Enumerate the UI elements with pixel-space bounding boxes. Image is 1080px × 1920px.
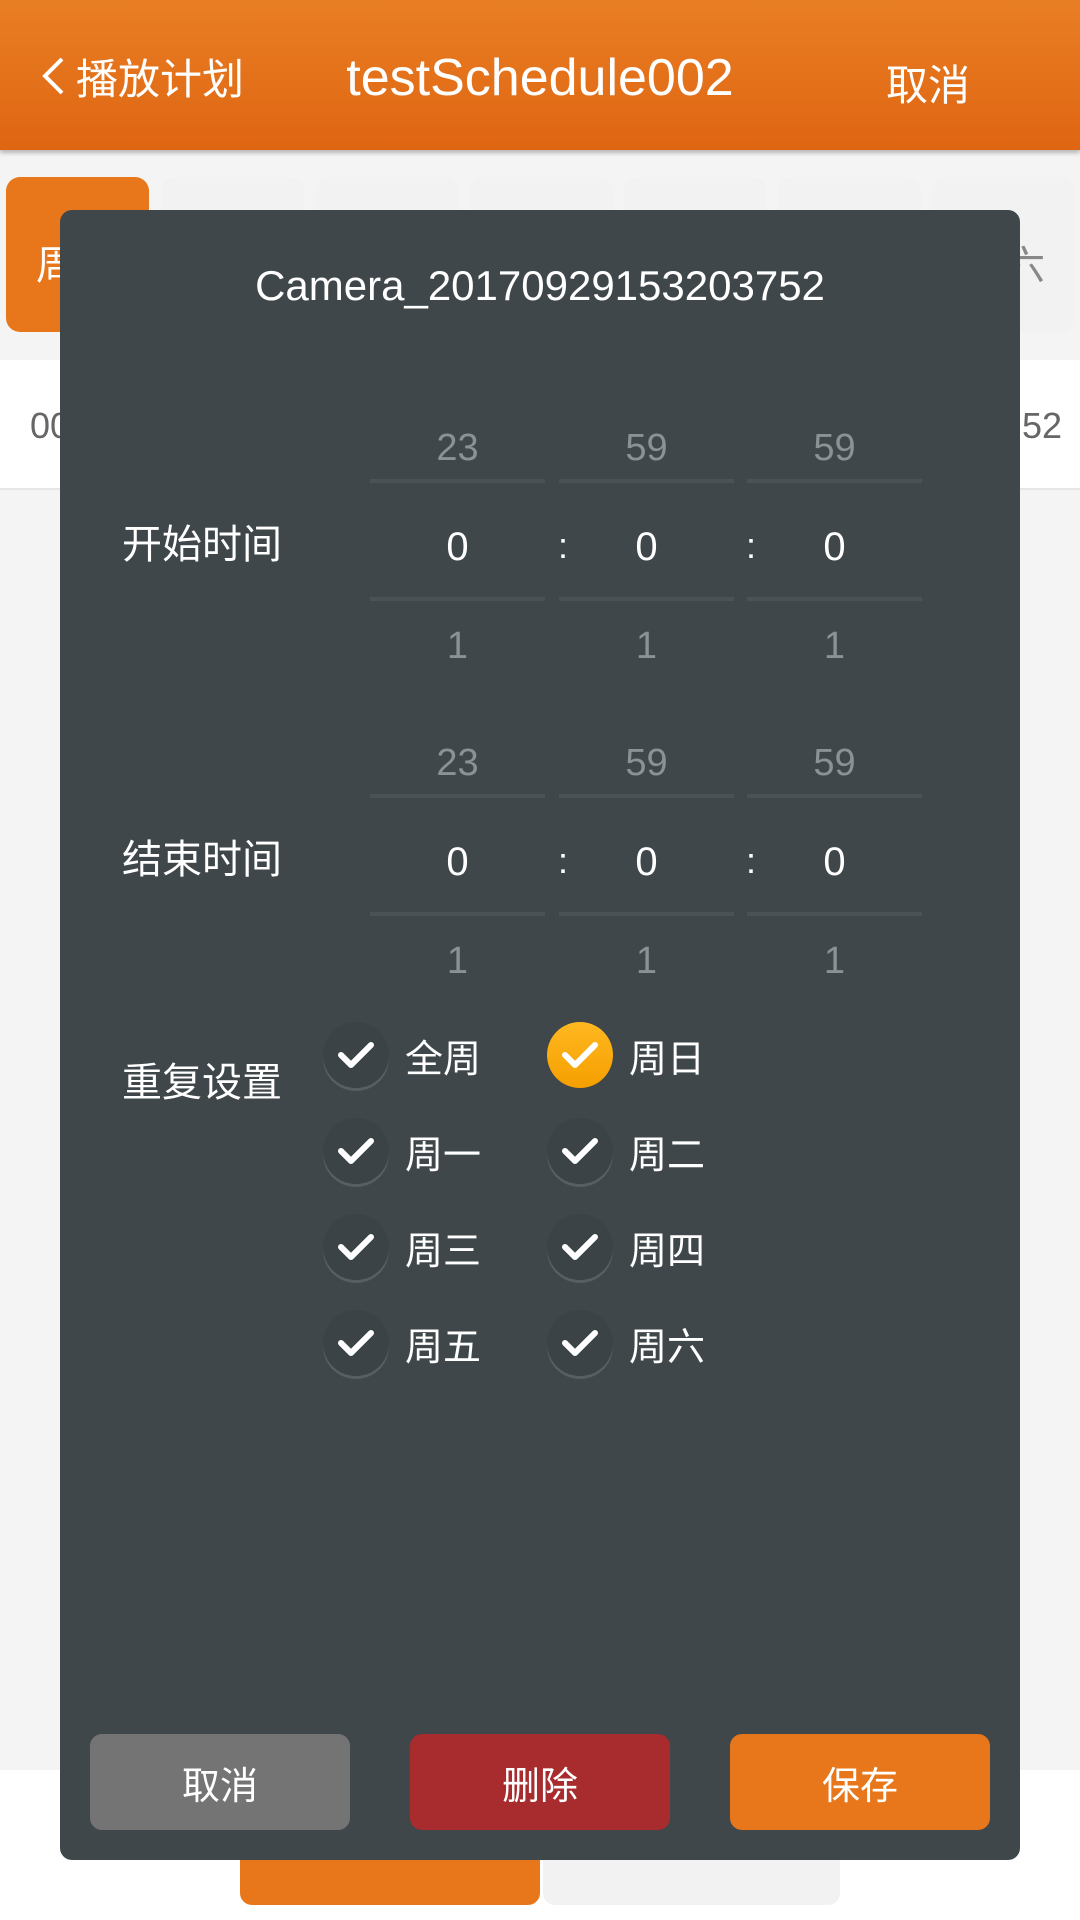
picker-divider <box>370 912 545 916</box>
time-separator: : <box>558 525 569 566</box>
start-minute-picker[interactable]: 59 0 1 <box>559 427 734 687</box>
start-second-picker[interactable]: 59 0 1 <box>747 427 922 687</box>
repeat-option-label: 周二 <box>629 1134 706 1177</box>
repeat-option-label: 周六 <box>629 1326 706 1369</box>
picker-divider <box>370 794 545 798</box>
picker-prev-value: 59 <box>625 427 668 469</box>
time-separator: : <box>746 840 757 881</box>
repeat-option-label: 周四 <box>629 1230 706 1273</box>
picker-divider <box>559 912 734 916</box>
repeat-option[interactable]: 周五 <box>323 1310 481 1376</box>
picker-prev-value: 59 <box>813 742 856 784</box>
repeat-option[interactable]: 周一 <box>323 1118 481 1184</box>
start-time-label: 开始时间 <box>122 523 282 567</box>
end-second-picker[interactable]: 59 0 1 <box>747 742 922 1002</box>
header-cancel-button[interactable]: 取消 <box>886 52 970 113</box>
picker-next-value: 1 <box>635 940 658 982</box>
time-separator: : <box>558 840 569 881</box>
picker-divider <box>747 479 922 483</box>
picker-current-value: 0 <box>635 525 658 569</box>
picker-current-value: 0 <box>823 525 846 569</box>
picker-prev-value: 23 <box>436 427 479 469</box>
dialog-delete-button[interactable]: 删除 <box>410 1734 670 1830</box>
picker-divider <box>559 794 734 798</box>
repeat-option[interactable]: 周四 <box>547 1214 705 1280</box>
checkbox[interactable] <box>547 1214 613 1280</box>
app-header: 播放计划 testSchedule002 取消 <box>0 0 1080 150</box>
picker-prev-value: 23 <box>436 742 479 784</box>
checkmark-icon <box>338 1330 374 1356</box>
picker-next-value: 1 <box>823 625 846 667</box>
picker-divider <box>370 597 545 601</box>
picker-next-value: 1 <box>635 625 658 667</box>
checkmark-icon <box>338 1138 374 1164</box>
repeat-option[interactable]: 周二 <box>547 1118 705 1184</box>
checkbox[interactable] <box>323 1214 389 1280</box>
picker-divider <box>559 479 734 483</box>
repeat-option[interactable]: 全周 <box>323 1022 481 1088</box>
picker-next-value: 1 <box>446 625 469 667</box>
repeat-label: 重复设置 <box>122 1061 282 1105</box>
repeat-option[interactable]: 周日 <box>547 1022 705 1088</box>
repeat-option-label: 周日 <box>629 1038 706 1081</box>
schedule-dialog: Camera_20170929153203752 开始时间 23 0 1 59 0 1 59 0… <box>60 210 1020 1860</box>
checkbox[interactable] <box>323 1118 389 1184</box>
picker-current-value: 0 <box>446 525 469 569</box>
repeat-option[interactable]: 周三 <box>323 1214 481 1280</box>
checkmark-icon <box>338 1234 374 1260</box>
checkbox[interactable] <box>547 1022 613 1088</box>
picker-divider <box>747 912 922 916</box>
checkmark-icon <box>562 1042 598 1068</box>
checkbox[interactable] <box>547 1310 613 1376</box>
picker-current-value: 0 <box>635 840 658 884</box>
repeat-option-label: 全周 <box>405 1038 482 1081</box>
time-separator: : <box>746 525 757 566</box>
picker-divider <box>747 597 922 601</box>
checkbox[interactable] <box>323 1022 389 1088</box>
checkmark-icon <box>562 1138 598 1164</box>
picker-current-value: 0 <box>446 840 469 884</box>
checkmark-icon <box>338 1042 374 1068</box>
repeat-option[interactable]: 周六 <box>547 1310 705 1376</box>
dialog-cancel-button[interactable]: 取消 <box>90 1734 350 1830</box>
start-hour-picker[interactable]: 23 0 1 <box>370 427 545 687</box>
checkbox[interactable] <box>547 1118 613 1184</box>
checkmark-icon <box>562 1330 598 1356</box>
dialog-save-button[interactable]: 保存 <box>730 1734 990 1830</box>
end-time-label: 结束时间 <box>122 838 282 882</box>
repeat-option-label: 周五 <box>405 1326 482 1369</box>
end-minute-picker[interactable]: 59 0 1 <box>559 742 734 1002</box>
dialog-title: Camera_20170929153203752 <box>255 262 825 309</box>
end-hour-picker[interactable]: 23 0 1 <box>370 742 545 1002</box>
checkbox[interactable] <box>323 1310 389 1376</box>
picker-divider <box>370 479 545 483</box>
picker-next-value: 1 <box>823 940 846 982</box>
repeat-option-label: 周一 <box>405 1134 482 1177</box>
picker-prev-value: 59 <box>625 742 668 784</box>
picker-divider <box>559 597 734 601</box>
picker-prev-value: 59 <box>813 427 856 469</box>
repeat-option-label: 周三 <box>405 1230 482 1273</box>
schedule-end-fragment: 52 <box>1021 405 1062 446</box>
picker-next-value: 1 <box>446 940 469 982</box>
checkmark-icon <box>562 1234 598 1260</box>
picker-divider <box>747 794 922 798</box>
picker-current-value: 0 <box>823 840 846 884</box>
